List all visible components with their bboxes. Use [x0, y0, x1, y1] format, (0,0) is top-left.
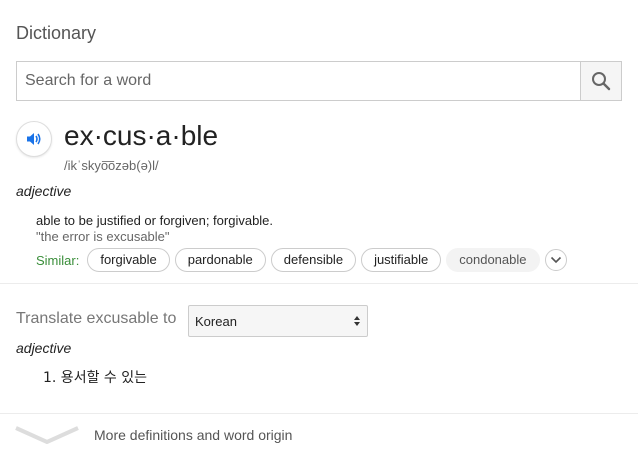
similar-label: Similar:	[36, 252, 80, 268]
chevron-down-icon	[550, 256, 561, 264]
pronunciation-button[interactable]	[16, 121, 52, 157]
chevron-down-icon	[15, 426, 79, 444]
search-button[interactable]	[580, 62, 621, 100]
similar-chip-defensible[interactable]: defensible	[270, 248, 357, 272]
similar-chip-pardonable[interactable]: pardonable	[174, 248, 266, 272]
more-definitions-link[interactable]: More definitions and word origin	[94, 427, 292, 443]
select-arrows-icon	[353, 315, 361, 327]
footer-divider	[0, 413, 638, 414]
translate-label: Translate excusable to	[16, 310, 177, 327]
language-select-value: Korean	[195, 313, 237, 329]
translation-part-of-speech: adjective	[16, 340, 72, 356]
similar-chip-condonable[interactable]: condonable	[446, 248, 540, 272]
expand-similar-button[interactable]	[544, 249, 567, 271]
search-icon	[592, 72, 611, 91]
phonetic-spelling: /ikˈskyo͞ozəb(ə)l/	[64, 158, 159, 173]
translation-item: 1. 용서할 수 있는	[43, 370, 147, 386]
search-box	[16, 61, 622, 101]
definition-text: able to be justified or forgiven; forgiv…	[36, 213, 274, 228]
speaker-icon	[27, 133, 41, 145]
search-input[interactable]	[17, 62, 580, 100]
similar-chip-justifiable[interactable]: justifiable	[361, 248, 442, 272]
example-text: "the error is excusable"	[36, 229, 170, 244]
section-divider	[0, 283, 638, 284]
similar-chip-forgivable[interactable]: forgivable	[87, 248, 170, 272]
dictionary-title: Dictionary	[16, 23, 97, 43]
similar-words-row: Similar: forgivable pardonable defensibl…	[36, 248, 567, 272]
language-select[interactable]: Korean	[188, 305, 368, 337]
headword: ex·cus·a·ble	[64, 120, 219, 151]
part-of-speech: adjective	[16, 183, 72, 199]
more-definitions-toggle[interactable]	[14, 424, 80, 444]
